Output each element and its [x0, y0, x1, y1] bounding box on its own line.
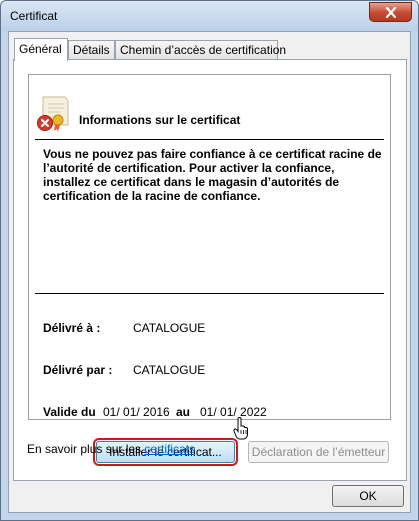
issued-by-label: Délivré par : [43, 363, 113, 377]
valid-to-label: au [176, 405, 191, 419]
title-bar[interactable]: Certificat [1, 1, 418, 31]
certificates-link[interactable]: certificats [144, 442, 195, 456]
divider [35, 293, 384, 294]
ok-button[interactable]: OK [332, 485, 404, 507]
tab-general[interactable]: Général [14, 38, 68, 61]
certificate-error-icon [37, 96, 69, 132]
valid-from-value: 01/ 01/ 2016 [103, 405, 170, 419]
close-button[interactable] [369, 2, 412, 22]
window-title: Certificat [10, 9, 58, 23]
issued-to-label: Délivré à : [43, 321, 101, 335]
certificate-info-box: Informations sur le certificat Vous ne p… [28, 74, 391, 420]
learn-more-text: En savoir plus sur les [27, 442, 142, 456]
certificate-heading: Informations sur le certificat [79, 113, 241, 127]
valid-from-label: Valide du [43, 405, 96, 419]
learn-more-line: En savoir plus sur les certificats [27, 442, 195, 456]
issued-by-value[interactable]: CATALOGUE [133, 363, 205, 377]
certificate-dialog: Certificat Général Détails Chemin d’accè… [0, 0, 419, 521]
tab-details[interactable]: Détails [68, 40, 115, 60]
close-icon [385, 6, 396, 18]
certificate-trust-message: Vous ne pouvez pas faire confiance à ce … [43, 147, 382, 203]
general-tab-panel: Informations sur le certificat Vous ne p… [13, 59, 407, 481]
hand-cursor-icon [233, 417, 248, 440]
issuer-statement-button[interactable]: Déclaration de l’émetteur [248, 441, 389, 463]
dialog-client-area: Général Détails Chemin d’accès de certif… [8, 31, 411, 513]
issued-to-value[interactable]: CATALOGUE [133, 321, 205, 335]
tab-certification-path[interactable]: Chemin d’accès de certification [115, 40, 286, 60]
divider [35, 139, 384, 140]
